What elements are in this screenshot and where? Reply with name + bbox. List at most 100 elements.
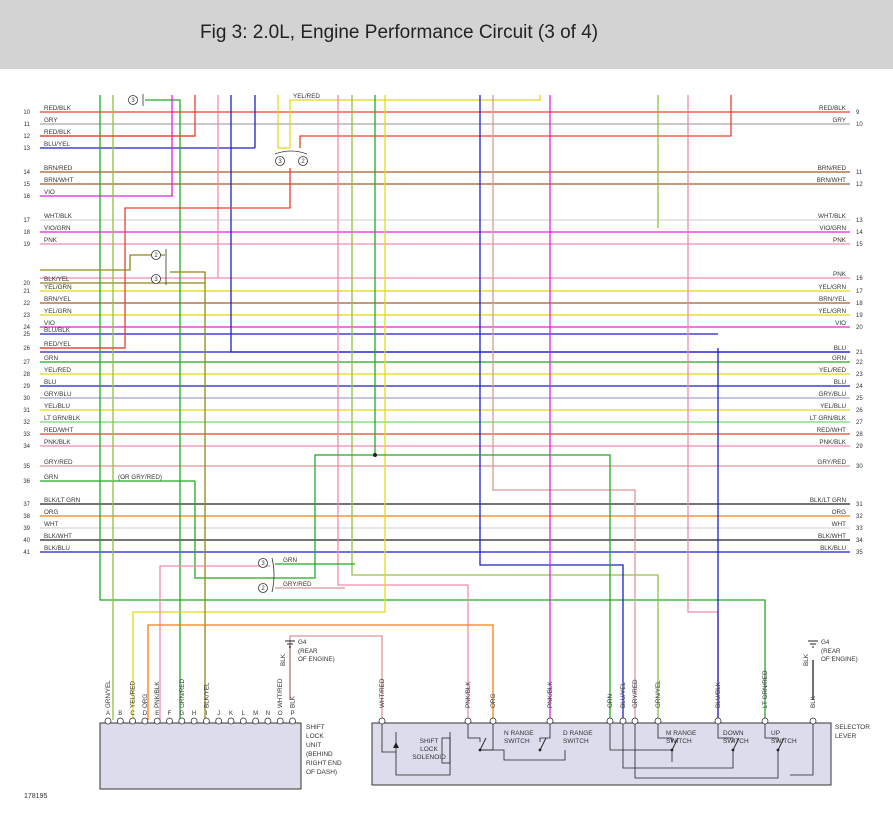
row-right-label: VIO/GRN	[819, 225, 846, 232]
pin-letter: J	[217, 711, 220, 717]
row-left-number: 27	[23, 360, 30, 366]
shift-lock-unit-label: LOCK	[306, 733, 324, 740]
row-left-label: GRY/BLU	[44, 391, 72, 398]
pin-wire-label: BLK/YEL	[203, 682, 210, 708]
row-right-label: WHT/BLK	[818, 213, 847, 220]
connector-pin	[166, 717, 173, 725]
row-left-label: BLK/YEL	[44, 276, 70, 283]
splice-marker-3: 3	[151, 274, 161, 284]
figure-id: 178195	[24, 793, 47, 800]
row-left-number: 36	[23, 479, 30, 485]
row-right-label: BLK/WHT	[818, 533, 846, 540]
row-right-label: GRN	[832, 355, 846, 362]
shift-lock-unit-label: UNIT	[306, 742, 321, 749]
ground-wire-label: BLK	[280, 653, 287, 666]
connector-pin	[289, 717, 296, 725]
pin-wire-label: GRN	[607, 694, 614, 708]
row-right-number: 25	[856, 396, 863, 402]
row-left-number: 29	[23, 384, 30, 390]
ground-wire-label: BLK	[803, 653, 810, 666]
wire-route	[277, 95, 290, 149]
row-right-label: BLK/LT GRN	[810, 497, 847, 504]
connector-pin	[104, 717, 112, 725]
splice-marker-2: 2	[298, 156, 308, 166]
ground-name: G4	[298, 639, 307, 646]
row-right-number: 35	[856, 550, 863, 556]
row-right-label: GRY	[832, 117, 846, 124]
connector-pin	[546, 717, 554, 725]
row-right-label: BLK/BLU	[820, 545, 846, 552]
row-left-number: 41	[23, 550, 30, 556]
row-right-label: WHT	[832, 521, 846, 528]
row-right-label: ORG	[832, 509, 846, 516]
splice-marker-2: 2	[258, 583, 268, 593]
splice-marker-3: 3	[258, 558, 268, 568]
splice-marker-2: 2	[151, 250, 161, 260]
wire-route	[159, 565, 270, 720]
row-left-number: 22	[23, 301, 30, 307]
row-right-label: PNK	[833, 237, 847, 244]
pin-wire-label: PNK/BLK	[547, 681, 554, 708]
connector-pin	[178, 717, 186, 725]
row-left-number: 15	[23, 182, 30, 188]
row-right-label: BRN/WHT	[817, 177, 847, 184]
splice-marker-3: 3	[275, 156, 285, 166]
figure-header: Fig 3: 2.0L, Engine Performance Circuit …	[0, 0, 893, 69]
row-left-number: 34	[23, 444, 30, 450]
pin-wire-label: GRN/RED	[179, 679, 186, 708]
splice-bracket	[271, 557, 275, 593]
component-label: M RANGE	[666, 730, 697, 737]
wire-route	[351, 95, 659, 720]
pin-wire-label: WHT/RED	[277, 678, 284, 708]
row-left-label: PNK/BLK	[44, 439, 71, 446]
pin-wire-label: BLU/YEL	[620, 682, 627, 708]
row-left-label: GRN	[44, 355, 58, 362]
row-left-number: 25	[23, 332, 30, 338]
row-right-label: VIO	[835, 320, 846, 327]
row-right-number: 22	[856, 360, 863, 366]
connector-pin	[227, 717, 235, 725]
wire-route	[230, 95, 850, 353]
connector-pin	[129, 717, 137, 725]
row-left-label: YEL/BLU	[44, 403, 70, 410]
row-right-label: BLU	[834, 379, 847, 386]
row-right-label: YEL/GRN	[818, 284, 846, 291]
pin-letter: F	[168, 711, 172, 717]
component-label: D RANGE	[563, 730, 593, 737]
row-right-number: 33	[856, 526, 863, 532]
pin-letter: C	[130, 711, 135, 717]
component-label: SHIFT	[420, 738, 439, 745]
connector-pin	[252, 717, 260, 725]
row-left-label: BLK/WHT	[44, 533, 72, 540]
shift-lock-unit-label: RIGHT END	[306, 760, 342, 767]
row-left-label: BLU	[44, 379, 57, 386]
row-right-number: 17	[856, 289, 863, 295]
component-label: SWITCH	[563, 738, 589, 745]
wire-route	[299, 95, 732, 148]
ground-location: OF ENGINE)	[298, 656, 335, 663]
wire-route	[132, 95, 386, 720]
wiring-diagram: 10RED/BLK RED/BLK911GRY GRY1012RED/BLK13BL…	[23, 93, 870, 800]
row-left-number: 19	[23, 242, 30, 248]
row-left-label: YEL/GRN	[44, 308, 72, 315]
row-left-label: YEL/RED	[44, 367, 71, 374]
connector-pin	[654, 717, 662, 725]
row-left-number: 21	[23, 289, 30, 295]
connector-pin	[378, 717, 386, 725]
row-right-number: 28	[856, 432, 863, 438]
row-right-label: YEL/RED	[819, 367, 846, 374]
connector-pin	[761, 717, 769, 725]
row-right-number: 18	[856, 301, 863, 307]
row-right-number: 15	[856, 242, 863, 248]
row-right-number: 34	[856, 538, 863, 544]
switch-symbol-contact	[538, 748, 542, 752]
pin-letter: H	[192, 711, 196, 717]
row-left-label: RED/WHT	[44, 427, 74, 434]
pin-wire-label: BLK	[810, 695, 817, 708]
row-right-number: 20	[856, 325, 863, 331]
row-left-number: 30	[23, 396, 30, 402]
pin-letter: L	[242, 711, 246, 717]
row-right-label: RED/BLK	[819, 105, 847, 112]
connector-pin	[276, 717, 284, 725]
connector-pin	[153, 717, 161, 725]
